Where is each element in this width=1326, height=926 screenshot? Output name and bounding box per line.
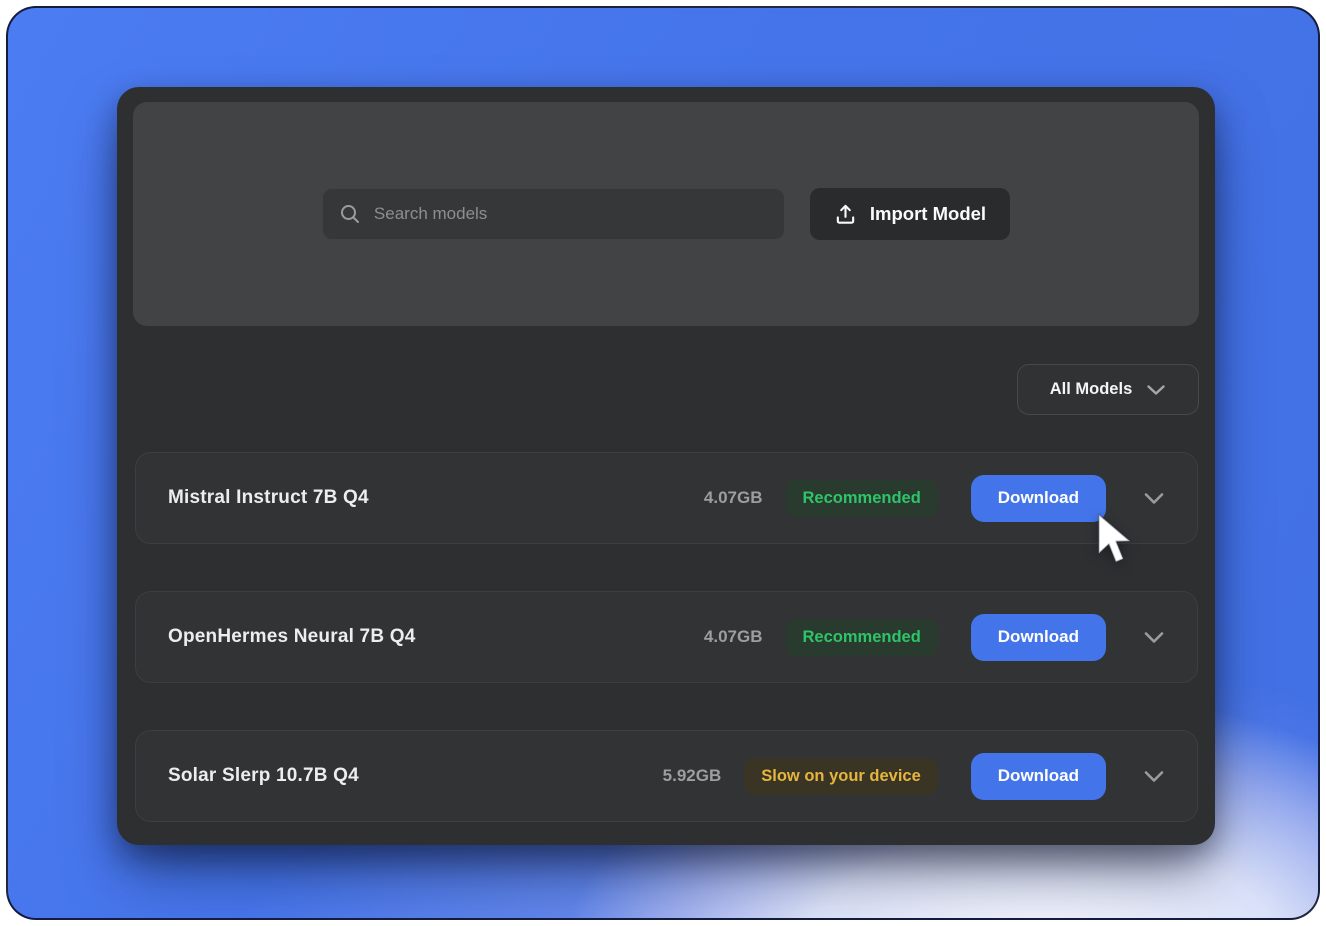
- model-size: 5.92GB: [663, 766, 722, 786]
- model-row: OpenHermes Neural 7B Q4 4.07GB Recommend…: [135, 591, 1198, 683]
- model-row: Solar Slerp 10.7B Q4 5.92GB Slow on your…: [135, 730, 1198, 822]
- model-filter-label: All Models: [1050, 380, 1133, 399]
- search-icon: [339, 203, 361, 225]
- import-model-button[interactable]: Import Model: [810, 188, 1010, 240]
- chevron-down-icon: [1143, 492, 1165, 505]
- model-size: 4.07GB: [704, 627, 763, 647]
- expand-row-control[interactable]: [1143, 492, 1165, 505]
- status-badge: Recommended: [786, 480, 938, 517]
- status-badge: Recommended: [786, 619, 938, 656]
- model-list: Mistral Instruct 7B Q4 4.07GB Recommende…: [135, 452, 1198, 822]
- filter-row: All Models: [1017, 364, 1199, 415]
- download-button[interactable]: Download: [971, 753, 1106, 800]
- header-toolbar: Import Model: [133, 102, 1199, 326]
- model-size: 4.07GB: [704, 488, 763, 508]
- import-model-label: Import Model: [870, 203, 986, 225]
- search-input[interactable]: [374, 204, 768, 224]
- chevron-down-icon: [1146, 384, 1166, 396]
- model-filter-dropdown[interactable]: All Models: [1017, 364, 1199, 415]
- model-row: Mistral Instruct 7B Q4 4.07GB Recommende…: [135, 452, 1198, 544]
- expand-row-control[interactable]: [1143, 770, 1165, 783]
- download-button[interactable]: Download: [971, 614, 1106, 661]
- model-name: OpenHermes Neural 7B Q4: [168, 626, 415, 648]
- desktop-wallpaper: Import Model All Models Mistral Instruct…: [6, 6, 1320, 920]
- download-button[interactable]: Download: [971, 475, 1106, 522]
- model-browser-window: Import Model All Models Mistral Instruct…: [117, 87, 1215, 845]
- model-name: Solar Slerp 10.7B Q4: [168, 765, 359, 787]
- upload-icon: [834, 203, 857, 226]
- model-name: Mistral Instruct 7B Q4: [168, 487, 369, 509]
- chevron-down-icon: [1143, 770, 1165, 783]
- status-badge: Slow on your device: [744, 758, 938, 795]
- expand-row-control[interactable]: [1143, 631, 1165, 644]
- chevron-down-icon: [1143, 631, 1165, 644]
- search-box[interactable]: [322, 188, 785, 240]
